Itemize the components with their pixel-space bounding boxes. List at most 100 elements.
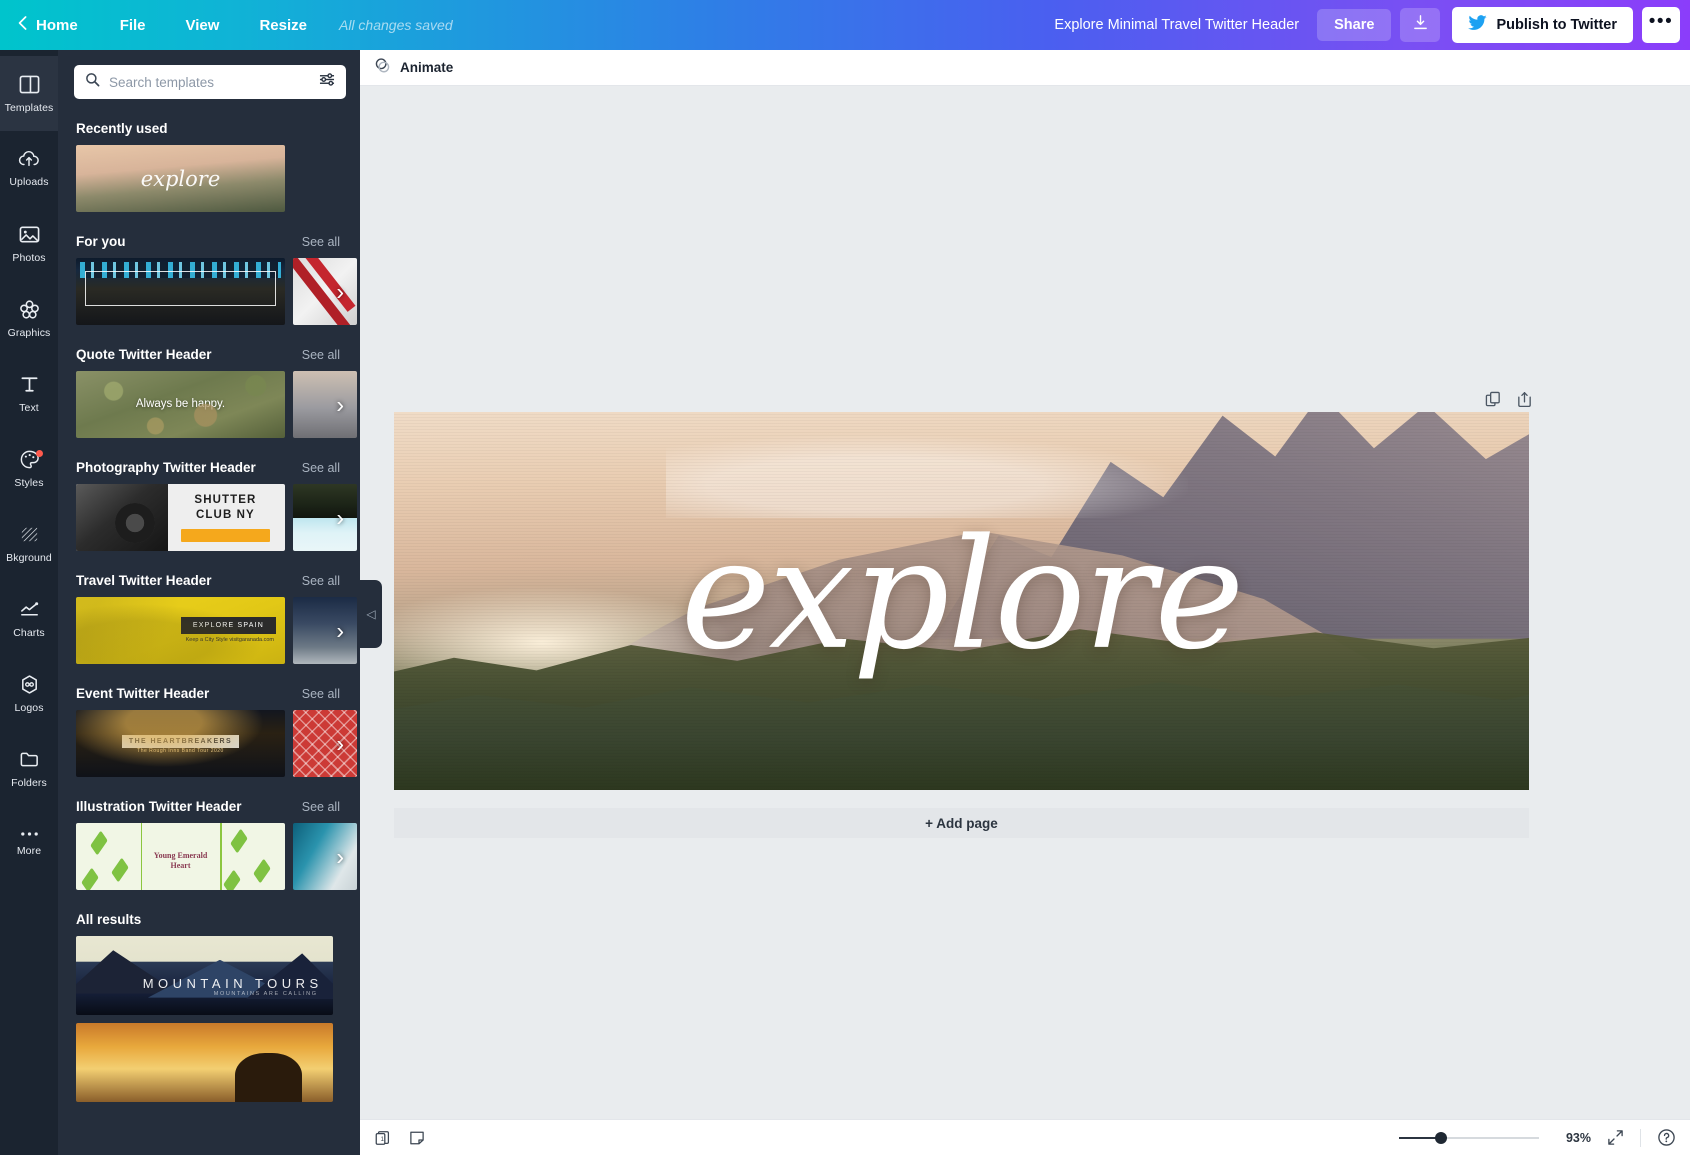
help-icon[interactable] bbox=[1657, 1128, 1676, 1147]
thumb-caption: THE HEARTBREAKERS bbox=[122, 735, 239, 748]
sidebar-label-folders: Folders bbox=[11, 777, 47, 789]
thumb-art bbox=[293, 518, 357, 552]
document-title[interactable]: Explore Minimal Travel Twitter Header bbox=[1054, 17, 1299, 33]
filter-sliders-icon[interactable] bbox=[319, 72, 335, 92]
template-thumb-explore-mountain[interactable]: explore bbox=[76, 145, 285, 212]
see-all-link[interactable]: See all bbox=[302, 235, 340, 249]
download-button[interactable] bbox=[1400, 8, 1440, 42]
search-input[interactable] bbox=[109, 75, 310, 90]
section-illustration-twitter-header: Illustration Twitter Header See all Youn… bbox=[58, 799, 360, 890]
section-title: Travel Twitter Header bbox=[76, 573, 212, 588]
section-event-twitter-header: Event Twitter Header See all THE HEARTBR… bbox=[58, 686, 360, 777]
template-thumb-heartbreakers[interactable]: THE HEARTBREAKERS The Rough Inns Band To… bbox=[76, 710, 285, 777]
more-options-button[interactable]: ••• bbox=[1642, 7, 1680, 43]
upload-cloud-icon bbox=[18, 149, 40, 169]
sidebar-item-templates[interactable]: Templates bbox=[0, 56, 58, 131]
see-all-link[interactable]: See all bbox=[302, 574, 340, 588]
search-area bbox=[58, 50, 360, 99]
sidebar-item-styles[interactable]: Styles bbox=[0, 431, 58, 506]
top-bar: Home File View Resize All changes saved … bbox=[0, 0, 1690, 50]
panel-collapse-toggle[interactable]: ◁ bbox=[360, 580, 382, 648]
menu-resize[interactable]: Resize bbox=[239, 0, 327, 50]
graphics-icon bbox=[19, 299, 40, 320]
sidebar-label-photos: Photos bbox=[12, 252, 45, 264]
thumbnail-row: SHUTTER CLUB NY › bbox=[76, 484, 346, 551]
home-button[interactable]: Home bbox=[0, 0, 100, 50]
thumbnail-row: THE HEARTBREAKERS The Rough Inns Band To… bbox=[76, 710, 346, 777]
section-title: Quote Twitter Header bbox=[76, 347, 212, 362]
chevron-left-icon bbox=[18, 16, 27, 34]
thumbnail-grid: MOUNTAIN TOURS MOUNTAINS ARE CALLING bbox=[76, 936, 346, 1102]
template-thumb-red-x-pattern[interactable] bbox=[293, 710, 357, 777]
sidebar-item-text[interactable]: Text bbox=[0, 356, 58, 431]
design-canvas[interactable]: explore bbox=[394, 412, 1529, 790]
section-quote-twitter-header: Quote Twitter Header See all Always be h… bbox=[58, 347, 360, 438]
design-headline-text[interactable]: explore bbox=[394, 519, 1529, 671]
template-thumb-subway-station[interactable] bbox=[76, 258, 285, 325]
sidebar-label-logos: Logos bbox=[14, 702, 43, 714]
fullscreen-icon[interactable] bbox=[1607, 1129, 1624, 1146]
thumb-art bbox=[90, 830, 107, 855]
zoom-slider[interactable] bbox=[1399, 1131, 1539, 1145]
menu-view[interactable]: View bbox=[166, 0, 240, 50]
duplicate-icon[interactable] bbox=[1485, 391, 1502, 408]
photo-icon bbox=[19, 224, 40, 245]
see-all-link[interactable]: See all bbox=[302, 348, 340, 362]
menu-file[interactable]: File bbox=[100, 0, 166, 50]
see-all-link[interactable]: See all bbox=[302, 461, 340, 475]
sidebar-item-photos[interactable]: Photos bbox=[0, 206, 58, 281]
publish-label: Publish to Twitter bbox=[1496, 17, 1617, 33]
thumb-subcaption: Keep a City Style visitgaranada.com bbox=[186, 637, 274, 643]
section-header: Illustration Twitter Header See all bbox=[76, 799, 346, 814]
styles-new-badge bbox=[36, 450, 43, 457]
template-thumb-shutter-club[interactable]: SHUTTER CLUB NY bbox=[76, 484, 285, 551]
thumbnail-row: › bbox=[76, 258, 346, 325]
thumb-art bbox=[230, 829, 247, 854]
sidebar-item-graphics[interactable]: Graphics bbox=[0, 281, 58, 356]
template-thumb-mountain-tours[interactable]: MOUNTAIN TOURS MOUNTAINS ARE CALLING bbox=[76, 936, 333, 1015]
page-number-icon[interactable]: 1 bbox=[374, 1129, 392, 1147]
divider bbox=[1640, 1129, 1641, 1147]
zoom-slider-knob[interactable] bbox=[1435, 1132, 1447, 1144]
home-label: Home bbox=[36, 17, 78, 34]
template-thumb-explore-spain[interactable]: EXPLORE SPAIN Keep a City Style visitgar… bbox=[76, 597, 285, 664]
sidebar-item-background[interactable]: Bkground bbox=[0, 506, 58, 581]
section-photography-twitter-header: Photography Twitter Header See all SHUTT… bbox=[58, 460, 360, 551]
sidebar-label-more: More bbox=[17, 845, 41, 857]
template-thumb-city-night[interactable] bbox=[293, 597, 357, 664]
sidebar-item-uploads[interactable]: Uploads bbox=[0, 131, 58, 206]
search-box[interactable] bbox=[74, 65, 346, 99]
zoom-value: 93% bbox=[1555, 1131, 1591, 1145]
thumbnail-row: explore bbox=[76, 145, 346, 212]
add-page-button[interactable]: + Add page bbox=[394, 808, 1529, 838]
section-title: For you bbox=[76, 234, 126, 249]
template-thumb-sunset-portrait[interactable] bbox=[76, 1023, 333, 1102]
canvas-page-tools bbox=[1485, 391, 1533, 408]
share-button[interactable]: Share bbox=[1317, 9, 1391, 41]
see-all-link[interactable]: See all bbox=[302, 800, 340, 814]
sidebar-item-logos[interactable]: Logos bbox=[0, 656, 58, 731]
bottom-bar: 1 93% bbox=[360, 1119, 1690, 1155]
thumb-art bbox=[76, 484, 168, 551]
sidebar-item-charts[interactable]: Charts bbox=[0, 581, 58, 656]
editor-area: Animate explore + Add page 1 bbox=[360, 50, 1690, 1155]
template-thumb-red-white-stripe[interactable] bbox=[293, 258, 357, 325]
thumb-art bbox=[85, 271, 276, 306]
canvas-area[interactable]: explore + Add page bbox=[360, 86, 1690, 1119]
animate-icon bbox=[374, 57, 391, 79]
section-title: Recently used bbox=[76, 121, 168, 136]
template-thumb-leaf-quote[interactable]: Always be happy. bbox=[76, 371, 285, 438]
publish-to-twitter-button[interactable]: Publish to Twitter bbox=[1452, 7, 1633, 43]
see-all-link[interactable]: See all bbox=[302, 687, 340, 701]
template-thumb-forest-ice[interactable] bbox=[293, 484, 357, 551]
folder-icon bbox=[19, 749, 40, 770]
share-page-icon[interactable] bbox=[1516, 391, 1533, 408]
sidebar-item-folders[interactable]: Folders bbox=[0, 731, 58, 806]
animate-label[interactable]: Animate bbox=[400, 60, 453, 75]
sidebar-item-more[interactable]: More bbox=[0, 806, 58, 881]
template-thumb-grey-gradient[interactable] bbox=[293, 371, 357, 438]
template-thumb-blue-ornament[interactable] bbox=[293, 823, 357, 890]
notes-icon[interactable] bbox=[408, 1129, 426, 1147]
section-title: Photography Twitter Header bbox=[76, 460, 256, 475]
template-thumb-emerald-heart[interactable]: Young Emerald Heart bbox=[76, 823, 285, 890]
